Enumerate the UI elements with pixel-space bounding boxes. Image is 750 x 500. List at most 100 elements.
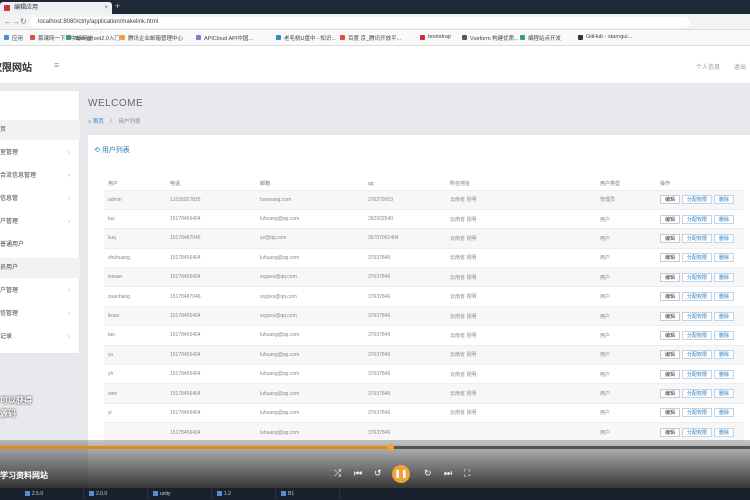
edit-button[interactable]: 编辑 bbox=[660, 330, 681, 340]
breadcrumb-current: 用户列表 bbox=[118, 119, 141, 125]
assign-permission-button[interactable]: 分配权限 bbox=[682, 214, 713, 224]
delete-button[interactable]: 删除 bbox=[714, 330, 735, 340]
bookmark-icon bbox=[420, 35, 425, 40]
assign-permission-button[interactable]: 分配权限 bbox=[682, 369, 713, 379]
bookmark-item[interactable]: 老毛桃U盘中 - 知识... bbox=[276, 34, 336, 42]
menu-toggle-icon[interactable]: ≡ bbox=[54, 60, 59, 70]
taskbar-item[interactable]: 1.2 bbox=[216, 489, 276, 499]
table-cell: 云南省 昆明 bbox=[446, 325, 596, 346]
bookmarks-bar: 应用慕课网一下 - 中邮网址SpringBoot2.0入门 -腾讯企业邮箱管理中… bbox=[0, 30, 750, 46]
assign-permission-button[interactable]: 分配权限 bbox=[682, 389, 713, 399]
assign-permission-button[interactable]: 分配权限 bbox=[682, 292, 713, 302]
delete-button[interactable]: 删除 bbox=[714, 195, 735, 205]
back-icon[interactable]: ← bbox=[4, 17, 12, 26]
table-cell: 15178456404 bbox=[166, 364, 256, 384]
bookmark-item[interactable]: GitHub - starngui... bbox=[578, 34, 632, 40]
new-tab-icon[interactable]: + bbox=[115, 1, 120, 11]
edit-button[interactable]: 编辑 bbox=[660, 389, 681, 399]
table-cell: 13155927825 bbox=[166, 189, 256, 210]
sidebar-item[interactable]: 记录 › bbox=[0, 327, 80, 347]
edit-button[interactable]: 编辑 bbox=[660, 272, 681, 282]
edit-button[interactable]: 编辑 bbox=[660, 233, 681, 243]
delete-button[interactable]: 删除 bbox=[714, 311, 735, 321]
edit-button[interactable]: 编辑 bbox=[660, 292, 681, 302]
delete-button[interactable]: 删除 bbox=[714, 253, 735, 263]
sidebar-item[interactable]: 普通用户 bbox=[0, 235, 80, 255]
sidebar-item[interactable]: 页 bbox=[0, 120, 80, 140]
url-field[interactable]: localhost:8080/ctrly/application/makelin… bbox=[30, 17, 690, 28]
table-row: tao 15178456404 luhuang@qq.com 37637846 云南省 … bbox=[104, 325, 744, 346]
previous-icon[interactable]: ⏮ bbox=[354, 468, 362, 479]
bookmark-item[interactable]: 百度 京_腾讯开放平... bbox=[340, 34, 401, 42]
forward-icon[interactable]: → bbox=[12, 17, 20, 26]
bookmark-item[interactable]: 应用 bbox=[4, 34, 23, 42]
delete-button[interactable]: 删除 bbox=[714, 428, 735, 438]
delete-button[interactable]: 删除 bbox=[714, 350, 735, 360]
taskbar-item[interactable]: B1 bbox=[280, 489, 340, 499]
edit-button[interactable]: 编辑 bbox=[660, 408, 681, 418]
assign-permission-button[interactable]: 分配权限 bbox=[682, 253, 713, 263]
edit-button[interactable]: 编辑 bbox=[660, 253, 681, 263]
bookmark-item[interactable]: APICloud API中国... bbox=[196, 34, 253, 42]
delete-button[interactable]: 删除 bbox=[714, 369, 735, 379]
next-icon[interactable]: ⏭ bbox=[444, 468, 452, 479]
browser-tab[interactable]: 编辑应用 × bbox=[0, 2, 112, 14]
reload-icon[interactable]: ↻ bbox=[20, 17, 27, 26]
sidebar-item[interactable]: 户管理 › bbox=[0, 281, 80, 301]
shuffle-icon[interactable]: ⤮ bbox=[334, 468, 341, 479]
sidebar-item-label: 室管理 bbox=[0, 150, 19, 156]
taskbar-item[interactable]: 2.5.0 bbox=[24, 489, 84, 499]
sidebar-item[interactable]: 信息管 › bbox=[0, 189, 80, 209]
bookmark-item[interactable]: Vueform 构建优质... bbox=[462, 34, 519, 42]
table-cell: 云南省 昆明 bbox=[446, 402, 596, 423]
pause-button[interactable]: ❚❚ bbox=[392, 465, 410, 483]
assign-permission-button[interactable]: 分配权限 bbox=[682, 350, 713, 360]
sidebar-item[interactable] bbox=[0, 97, 80, 117]
edit-button[interactable]: 编辑 bbox=[660, 214, 681, 224]
assign-permission-button[interactable]: 分配权限 bbox=[682, 195, 713, 205]
delete-button[interactable]: 删除 bbox=[714, 389, 735, 399]
taskbar-item[interactable]: unity bbox=[152, 489, 212, 499]
sidebar-item[interactable]: 合流信息管理 › bbox=[0, 166, 80, 186]
logout-link[interactable]: 退出 bbox=[734, 62, 746, 71]
fullscreen-icon[interactable]: ⛶ bbox=[464, 468, 470, 479]
edit-button[interactable]: 编辑 bbox=[660, 428, 681, 438]
sidebar-item[interactable]: 户管理 › bbox=[0, 212, 80, 232]
edit-button[interactable]: 编辑 bbox=[660, 311, 681, 321]
edit-button[interactable]: 编辑 bbox=[660, 195, 681, 205]
delete-button[interactable]: 删除 bbox=[714, 292, 735, 302]
delete-button[interactable]: 删除 bbox=[714, 272, 735, 282]
close-tab-icon[interactable]: × bbox=[104, 2, 108, 14]
sidebar-item[interactable]: 员用户 bbox=[0, 258, 80, 278]
video-progress-bar[interactable] bbox=[0, 444, 750, 451]
bookmark-item[interactable]: bootstrap bbox=[420, 34, 451, 40]
delete-button[interactable]: 删除 bbox=[714, 408, 735, 418]
edit-button[interactable]: 编辑 bbox=[660, 350, 681, 360]
assign-permission-button[interactable]: 分配权限 bbox=[682, 330, 713, 340]
app-icon bbox=[89, 491, 94, 496]
breadcrumb-home[interactable]: ⌂ 首页 bbox=[88, 119, 104, 125]
assign-permission-button[interactable]: 分配权限 bbox=[682, 311, 713, 321]
assign-permission-button[interactable]: 分配权限 bbox=[682, 272, 713, 282]
profile-link[interactable]: 个人信息 bbox=[696, 62, 720, 71]
table-row: lixiao 15178456404 xsgsxs@qq.com 37637846 云南… bbox=[104, 305, 744, 326]
assign-permission-button[interactable]: 分配权限 bbox=[682, 408, 713, 418]
table-cell: 37637846 bbox=[364, 344, 446, 365]
sidebar-item-label: 户管理 bbox=[0, 288, 19, 294]
table-cell: 用户 bbox=[596, 325, 656, 346]
progress-knob[interactable] bbox=[387, 444, 394, 451]
rewind-icon[interactable]: ↺ bbox=[374, 468, 382, 479]
sidebar-item[interactable]: 室管理 › bbox=[0, 143, 80, 163]
edit-button[interactable]: 编辑 bbox=[660, 369, 681, 379]
table-cell: 15178456404 bbox=[166, 267, 256, 287]
assign-permission-button[interactable]: 分配权限 bbox=[682, 428, 713, 438]
delete-button[interactable]: 删除 bbox=[714, 233, 735, 243]
bookmark-item[interactable]: 编程站点开发 bbox=[520, 34, 561, 42]
forward-icon[interactable]: ↻ bbox=[424, 468, 432, 479]
assign-permission-button[interactable]: 分配权限 bbox=[682, 233, 713, 243]
delete-button[interactable]: 删除 bbox=[714, 214, 735, 224]
sidebar-item[interactable]: 信管理 › bbox=[0, 304, 80, 324]
taskbar-item[interactable]: 2.0.0 bbox=[88, 489, 148, 499]
bookmark-item[interactable]: SpringBoot2.0入门 - bbox=[66, 34, 123, 42]
bookmark-item[interactable]: 腾讯企业邮箱管理中心 bbox=[120, 34, 183, 42]
